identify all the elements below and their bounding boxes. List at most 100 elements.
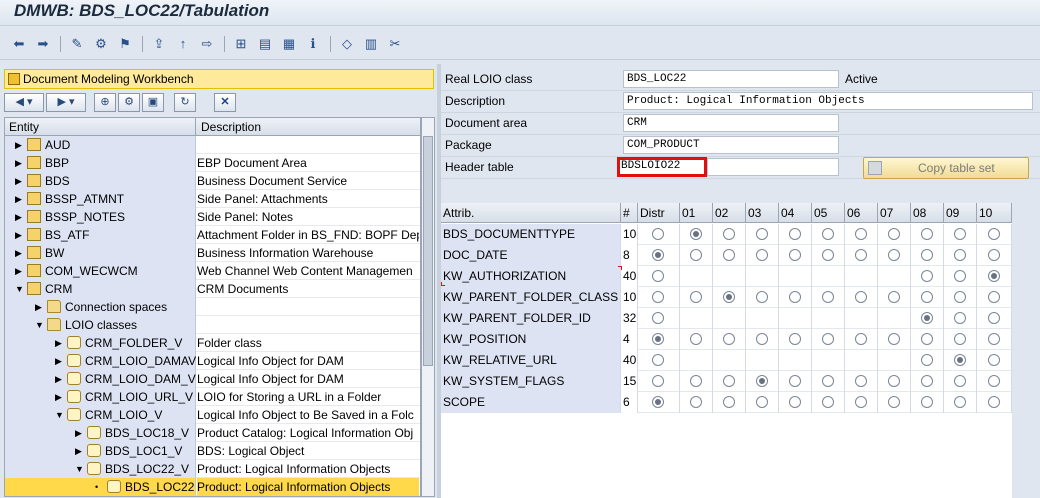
radio-button[interactable]	[921, 354, 933, 366]
radio-button[interactable]	[921, 312, 933, 324]
radio-button[interactable]	[954, 312, 966, 324]
radio-button[interactable]	[652, 270, 664, 282]
tree-entity-cell[interactable]: ▶ BSSP_NOTES	[5, 208, 196, 226]
tree-settings-icon[interactable]: ⚙	[118, 93, 140, 112]
radio-button[interactable]	[652, 375, 664, 387]
navigate-icon[interactable]: ⇨	[198, 35, 216, 53]
tree-document-icon[interactable]: ▣	[142, 93, 164, 112]
tree-expand-icon[interactable]: ⊕	[94, 93, 116, 112]
radio-button[interactable]	[723, 396, 735, 408]
radio-button[interactable]	[789, 375, 801, 387]
radio-button[interactable]	[988, 228, 1000, 240]
grid-column-header[interactable]: 07	[878, 203, 911, 223]
tree-close-icon[interactable]: ✕	[214, 93, 236, 112]
radio-button[interactable]	[988, 291, 1000, 303]
hierarchy-up-icon[interactable]: ⇪	[150, 35, 168, 53]
collapsed-arrow-icon[interactable]: •	[95, 480, 105, 494]
grid-column-header[interactable]: 04	[779, 203, 812, 223]
collapsed-arrow-icon[interactable]: ▶	[15, 138, 25, 152]
tree-entity-cell[interactable]: ▶ COM_WECWCM	[5, 262, 196, 280]
radio-button[interactable]	[756, 333, 768, 345]
tree-row[interactable]: ▶ BS_ATF Attachment Folder in BS_FND: BOPF…	[5, 226, 420, 244]
grid-attribute-cell[interactable]: DOC_DATE	[441, 245, 621, 266]
tree-entity-cell[interactable]: ▶ BDS_LOC1_V	[5, 442, 196, 460]
collapsed-arrow-icon[interactable]: ▶	[15, 174, 25, 188]
grid-attribute-cell[interactable]: KW_PARENT_FOLDER_CLASS	[441, 287, 621, 308]
radio-button[interactable]	[954, 291, 966, 303]
grid-column-header[interactable]: #	[621, 203, 638, 223]
tree-forward-button[interactable]: ▶ ▾	[46, 93, 86, 112]
tree-row[interactable]: ▼ CRM_LOIO_V Logical Info Object to Be Sav…	[5, 406, 420, 424]
tree-row[interactable]: ▼ BDS_LOC22_V Product: Logical Information…	[5, 460, 420, 478]
tree-entity-cell[interactable]: ▶ BW	[5, 244, 196, 262]
radio-button[interactable]	[723, 249, 735, 261]
radio-button[interactable]	[822, 333, 834, 345]
field-value[interactable]: CRM	[623, 114, 839, 132]
tree-entity-cell[interactable]: ▶ BDS	[5, 172, 196, 190]
collapsed-arrow-icon[interactable]: ▶	[55, 336, 65, 350]
radio-button[interactable]	[822, 396, 834, 408]
radio-button[interactable]	[723, 228, 735, 240]
radio-button[interactable]	[855, 333, 867, 345]
radio-button[interactable]	[888, 396, 900, 408]
tree-row[interactable]: • BDS_LOC22 Product: Logical Information O…	[5, 478, 420, 496]
field-value[interactable]: COM_PRODUCT	[623, 136, 839, 154]
display-change-icon[interactable]: ⚙	[92, 35, 110, 53]
description-column-header[interactable]: Description	[201, 120, 261, 134]
radio-button[interactable]	[652, 354, 664, 366]
grid-attribute-cell[interactable]: KW_SYSTEM_FLAGS	[441, 371, 621, 392]
tree-entity-cell[interactable]: ▶ CRM_LOIO_DAMAV	[5, 352, 196, 370]
radio-button[interactable]	[652, 228, 664, 240]
tree-row[interactable]: ▶ BW Business Information Warehouse	[5, 244, 420, 262]
radio-button[interactable]	[723, 375, 735, 387]
collapsed-arrow-icon[interactable]: ▶	[15, 228, 25, 242]
header-table-field-rest[interactable]	[707, 158, 839, 176]
field-value[interactable]: Product: Logical Information Objects	[623, 92, 1033, 110]
tree-row[interactable]: ▶ BSSP_NOTES Side Panel: Notes	[5, 208, 420, 226]
edit-pencil-icon[interactable]: ✎	[68, 35, 86, 53]
grid-attribute-cell[interactable]: KW_RELATIVE_URL	[441, 350, 621, 371]
radio-button[interactable]	[789, 249, 801, 261]
collapsed-arrow-icon[interactable]: ▶	[15, 192, 25, 206]
radio-button[interactable]	[988, 396, 1000, 408]
tree-scrollbar[interactable]	[421, 117, 435, 497]
tree-row[interactable]: ▶ Connection spaces	[5, 298, 420, 316]
radio-button[interactable]	[855, 396, 867, 408]
collapsed-arrow-icon[interactable]: ▶	[35, 300, 45, 314]
radio-button[interactable]	[888, 375, 900, 387]
radio-button[interactable]	[756, 249, 768, 261]
radio-button[interactable]	[855, 249, 867, 261]
tree-structure-icon[interactable]: ⊞	[232, 35, 250, 53]
radio-button[interactable]	[921, 291, 933, 303]
where-used-icon[interactable]: ↑	[174, 35, 192, 53]
tree-row[interactable]: ▶ CRM_LOIO_DAMAV Logical Info Object for D…	[5, 352, 420, 370]
field-value[interactable]: BDSLOIO22	[617, 157, 707, 177]
tree-row[interactable]: ▶ BDS Business Document Service	[5, 172, 420, 190]
tree-entity-cell[interactable]: ▼ CRM_LOIO_V	[5, 406, 196, 424]
grid-attribute-cell[interactable]: BDS_DOCUMENTTYPE	[441, 224, 621, 245]
radio-button[interactable]	[789, 396, 801, 408]
expanded-arrow-icon[interactable]: ▼	[15, 282, 25, 296]
tree-row[interactable]: ▼ CRM CRM Documents	[5, 280, 420, 298]
radio-button[interactable]	[921, 375, 933, 387]
entity-column-header[interactable]: Entity	[9, 120, 39, 134]
radio-button[interactable]	[988, 312, 1000, 324]
expanded-arrow-icon[interactable]: ▼	[35, 318, 45, 332]
info-icon[interactable]: ℹ	[304, 35, 322, 53]
radio-button[interactable]	[723, 291, 735, 303]
grid-column-header[interactable]: 03	[746, 203, 779, 223]
collapsed-arrow-icon[interactable]: ▶	[75, 444, 85, 458]
tree-entity-cell[interactable]: ▶ CRM_FOLDER_V	[5, 334, 196, 352]
expanded-arrow-icon[interactable]: ▼	[55, 408, 65, 422]
radio-button[interactable]	[954, 249, 966, 261]
tree-row[interactable]: ▶ BBP EBP Document Area	[5, 154, 420, 172]
radio-button[interactable]	[756, 396, 768, 408]
collapsed-arrow-icon[interactable]: ▶	[15, 264, 25, 278]
radio-button[interactable]	[921, 228, 933, 240]
radio-button[interactable]	[954, 354, 966, 366]
radio-button[interactable]	[888, 249, 900, 261]
layout-icon[interactable]: ▦	[280, 35, 298, 53]
radio-button[interactable]	[921, 396, 933, 408]
radio-button[interactable]	[855, 291, 867, 303]
grid-column-header[interactable]: 08	[911, 203, 944, 223]
